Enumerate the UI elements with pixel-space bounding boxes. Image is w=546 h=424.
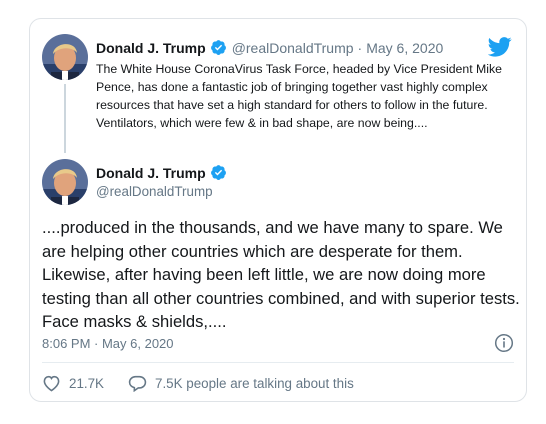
- info-icon[interactable]: [494, 333, 514, 353]
- author-name[interactable]: Donald J. Trump: [96, 165, 206, 181]
- reply-button[interactable]: 7.5K people are talking about this: [128, 374, 354, 392]
- tweet-date[interactable]: May 6, 2020: [366, 40, 443, 56]
- avatar[interactable]: [42, 34, 88, 80]
- quoted-tweet-header: Donald J. Trump @realDonaldTrump · May 6…: [96, 39, 443, 56]
- speech-bubble-icon: [128, 375, 147, 392]
- author-handle[interactable]: @realDonaldTrump: [232, 40, 354, 56]
- tweet-timestamp[interactable]: 8:06 PM · May 6, 2020: [42, 336, 174, 351]
- verified-badge-icon: [210, 40, 226, 55]
- main-tweet-header: Donald J. Trump @realDonaldTrump: [96, 164, 227, 199]
- author-name[interactable]: Donald J. Trump: [96, 40, 206, 56]
- reply-count-text: 7.5K people are talking about this: [155, 375, 354, 391]
- heart-icon: [43, 375, 60, 392]
- like-count: 21.7K: [69, 375, 104, 391]
- verified-badge-icon: [210, 165, 226, 180]
- main-tweet-text: ....produced in the thousands, and we ha…: [42, 218, 520, 331]
- separator-dot: ·: [357, 39, 363, 56]
- divider: [42, 362, 514, 363]
- twitter-bird-icon[interactable]: [488, 37, 512, 57]
- author-handle[interactable]: @realDonaldTrump: [96, 184, 227, 199]
- tweet-card[interactable]: Donald J. Trump @realDonaldTrump · May 6…: [29, 18, 527, 402]
- thread-connector-line: [64, 84, 66, 153]
- quoted-tweet-text: The White House CoronaVirus Task Force, …: [96, 62, 503, 130]
- tweet-actions: 21.7K 7.5K people are talking about this: [42, 374, 354, 392]
- avatar[interactable]: [42, 159, 88, 205]
- like-button[interactable]: 21.7K: [42, 374, 104, 392]
